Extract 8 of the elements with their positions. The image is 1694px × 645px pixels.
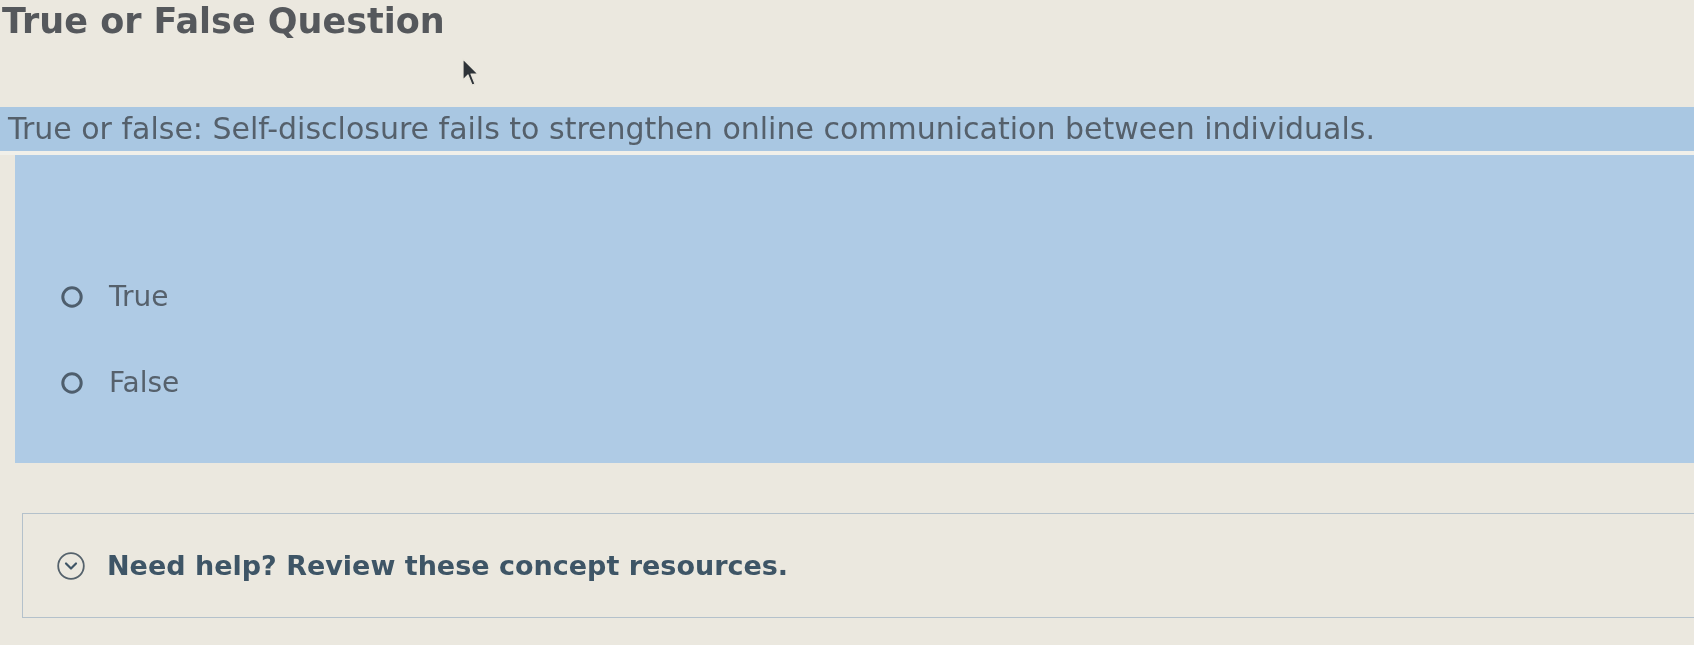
radio-icon[interactable]: [61, 286, 83, 308]
help-toggle[interactable]: Need help? Review these concept resources.: [57, 550, 789, 581]
question-text: True or false: Self-disclosure fails to strengthen online communication between individuals.: [8, 112, 1375, 146]
answer-option[interactable]: False: [61, 367, 180, 399]
page-heading: True or False Question: [1, 0, 445, 42]
radio-icon[interactable]: [61, 372, 83, 394]
chevron-down-icon[interactable]: [57, 551, 85, 580]
answer-option[interactable]: True: [61, 281, 169, 313]
